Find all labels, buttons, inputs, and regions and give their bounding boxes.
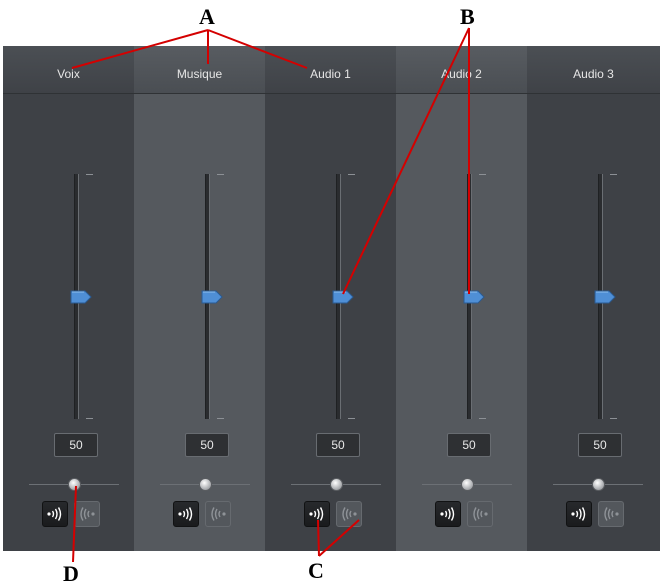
channel-strip-voix: Voix 50 xyxy=(3,46,134,551)
channel-name: Voix xyxy=(57,67,80,81)
solo-button[interactable] xyxy=(566,501,592,527)
channel-name: Audio 2 xyxy=(441,67,482,81)
slider-tick-bottom xyxy=(610,418,617,419)
slider-tick-top xyxy=(479,174,486,175)
speaker-waves-out-icon xyxy=(47,507,62,521)
volume-value-field[interactable]: 50 xyxy=(185,433,229,457)
channel-name: Musique xyxy=(176,67,223,81)
volume-value-field[interactable]: 50 xyxy=(578,433,622,457)
speaker-waves-in-icon xyxy=(473,507,488,521)
channel-strip-audio-2: Audio 2 50 xyxy=(396,46,527,551)
volume-slider-thumb[interactable] xyxy=(463,290,485,304)
volume-slider-thumb[interactable] xyxy=(201,290,223,304)
slider-tick-bottom xyxy=(86,418,93,419)
mute-button[interactable] xyxy=(598,501,624,527)
audio-mixer-panel: Voix 50 Musique 50 Audio 1 50 Audio 2 50… xyxy=(3,46,660,551)
volume-slider-thumb[interactable] xyxy=(594,290,616,304)
volume-slider-thumb[interactable] xyxy=(70,290,92,304)
pan-slider-knob[interactable] xyxy=(330,478,343,491)
speaker-waves-in-icon xyxy=(342,507,357,521)
solo-button[interactable] xyxy=(42,501,68,527)
mute-button[interactable] xyxy=(467,501,493,527)
channel-strip-audio-3: Audio 3 50 xyxy=(527,46,660,551)
pan-slider-knob[interactable] xyxy=(461,478,474,491)
slider-tick-top xyxy=(217,174,224,175)
volume-value-field[interactable]: 50 xyxy=(447,433,491,457)
speaker-waves-out-icon xyxy=(440,507,455,521)
slider-tick-bottom xyxy=(479,418,486,419)
slider-tick-top xyxy=(348,174,355,175)
speaker-waves-in-icon xyxy=(604,507,619,521)
pan-slider-knob[interactable] xyxy=(592,478,605,491)
speaker-waves-in-icon xyxy=(211,507,226,521)
channel-header: Voix xyxy=(3,46,134,94)
slider-tick-top xyxy=(86,174,93,175)
volume-slider-thumb[interactable] xyxy=(332,290,354,304)
pan-slider-knob[interactable] xyxy=(68,478,81,491)
channel-header: Audio 1 xyxy=(265,46,396,94)
volume-value-field[interactable]: 50 xyxy=(54,433,98,457)
annotation-label-b: B xyxy=(460,4,475,29)
mute-button[interactable] xyxy=(74,501,100,527)
solo-button[interactable] xyxy=(173,501,199,527)
speaker-waves-in-icon xyxy=(80,507,95,521)
slider-tick-top xyxy=(610,174,617,175)
channel-header: Audio 2 xyxy=(396,46,527,94)
solo-button[interactable] xyxy=(304,501,330,527)
channel-name: Audio 1 xyxy=(310,67,351,81)
channel-name: Audio 3 xyxy=(573,67,614,81)
mute-button[interactable] xyxy=(336,501,362,527)
speaker-waves-out-icon xyxy=(571,507,586,521)
slider-tick-bottom xyxy=(348,418,355,419)
channel-header: Musique xyxy=(134,46,265,94)
annotation-label-a: A xyxy=(199,4,215,29)
annotation-label-d: D xyxy=(63,561,79,586)
annotation-label-c: C xyxy=(308,558,324,583)
pan-slider-knob[interactable] xyxy=(199,478,212,491)
channel-strip-audio-1: Audio 1 50 xyxy=(265,46,396,551)
channel-strip-musique: Musique 50 xyxy=(134,46,265,551)
volume-value-field[interactable]: 50 xyxy=(316,433,360,457)
slider-tick-bottom xyxy=(217,418,224,419)
speaker-waves-out-icon xyxy=(178,507,193,521)
channel-header: Audio 3 xyxy=(527,46,660,94)
mute-button[interactable] xyxy=(205,501,231,527)
speaker-waves-out-icon xyxy=(309,507,324,521)
solo-button[interactable] xyxy=(435,501,461,527)
